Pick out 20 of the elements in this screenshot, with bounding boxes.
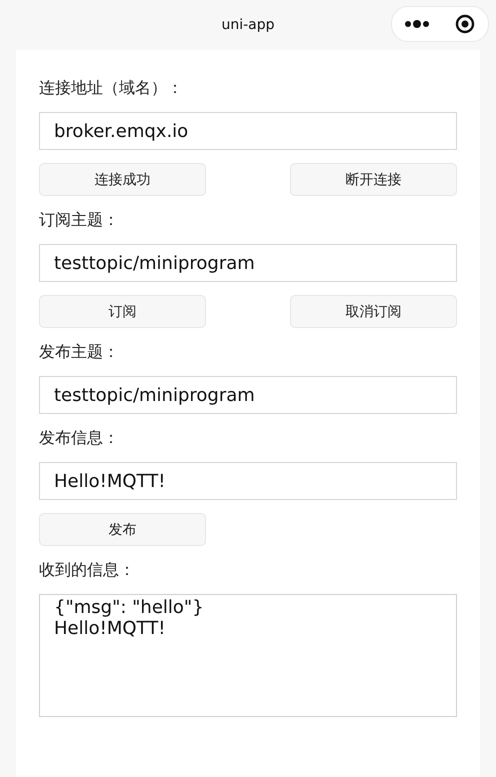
input-field[interactable]: testtopic/miniprogram	[39, 244, 457, 282]
action-button[interactable]: 连接成功	[39, 163, 206, 196]
field-label: 收到的信息：	[39, 559, 136, 581]
action-button[interactable]: 订阅	[39, 295, 206, 328]
message-line: {"msg": "hello"}	[54, 597, 205, 618]
page-title: uni-app	[221, 17, 275, 33]
action-button[interactable]: 断开连接	[290, 163, 457, 196]
input-field[interactable]: Hello!MQTT!	[39, 462, 457, 500]
capsule-menu[interactable]	[391, 6, 489, 42]
input-field[interactable]: broker.emqx.io	[39, 112, 457, 150]
message-area[interactable]: {"msg": "hello"} Hello!MQTT!	[39, 594, 457, 717]
field-label: 连接地址（域名）：	[39, 77, 184, 99]
action-button[interactable]: 取消订阅	[290, 295, 457, 328]
action-button[interactable]: 发布	[39, 513, 206, 546]
more-icon[interactable]	[405, 20, 429, 28]
input-field[interactable]: testtopic/miniprogram	[39, 376, 457, 414]
field-label: 发布信息：	[39, 427, 120, 449]
field-label: 订阅主题：	[39, 209, 120, 231]
message-line: Hello!MQTT!	[54, 618, 166, 639]
field-label: 发布主题：	[39, 341, 120, 363]
